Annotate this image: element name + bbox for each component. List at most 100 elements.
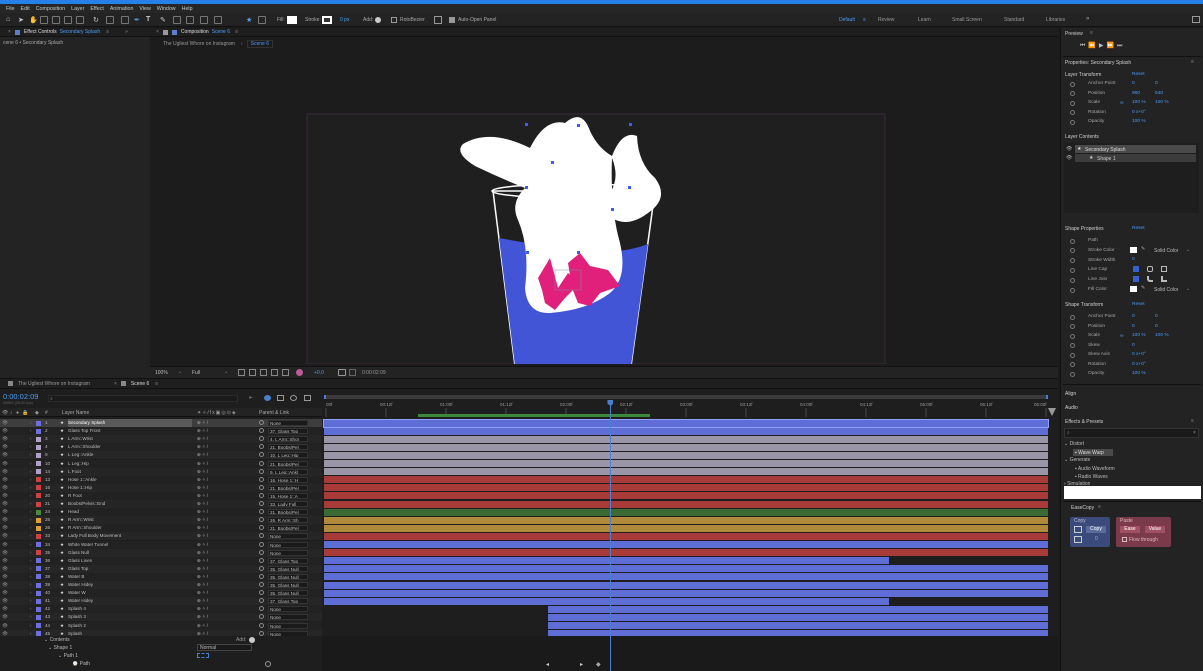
layer-row[interactable]: 👁 › 40 ★ Water W ⊕✧/ 35. Glass Null bbox=[0, 589, 322, 598]
prop-value-2[interactable]: 100 % bbox=[1155, 100, 1169, 105]
layer-switches-icons[interactable]: ⊕✧/ bbox=[197, 541, 209, 549]
eye-icon[interactable]: 👁 bbox=[2, 500, 8, 508]
workspace-overflow-icon[interactable]: » bbox=[1086, 16, 1089, 22]
prev-frame-icon[interactable]: ⏪ bbox=[1088, 43, 1098, 49]
expand-arrow-icon[interactable]: › bbox=[30, 581, 32, 589]
pick-whip-icon[interactable] bbox=[259, 606, 264, 612]
eye-icon[interactable]: 👁 bbox=[2, 435, 8, 443]
layer-name[interactable]: Lady Full Body Movement bbox=[68, 532, 192, 540]
eye-icon[interactable]: 👁 bbox=[2, 516, 8, 524]
expand-arrow-icon[interactable]: › bbox=[30, 541, 32, 549]
layer-row[interactable]: 👁 › 37 ★ Glass Top ⊕✧/ 35. Glass Null bbox=[0, 564, 322, 573]
expand-arrow-icon[interactable]: › bbox=[30, 484, 32, 492]
round-join-icon[interactable] bbox=[1147, 276, 1153, 282]
parent-select[interactable]: 16. Hose 1::H bbox=[268, 476, 308, 483]
label-color-chip[interactable] bbox=[36, 477, 41, 483]
workspace-review[interactable]: Review bbox=[878, 17, 894, 23]
properties-menu-icon[interactable]: ≡ bbox=[1191, 59, 1194, 65]
parent-select[interactable]: None bbox=[268, 549, 308, 556]
resolution-select[interactable]: Full bbox=[192, 370, 200, 376]
layer-switches-icons[interactable]: ⊕✧/ bbox=[197, 460, 209, 468]
layer-duration-bar[interactable] bbox=[324, 476, 1048, 484]
parent-select[interactable]: None bbox=[268, 420, 308, 426]
close-comp-tab-icon[interactable]: × bbox=[156, 29, 159, 35]
layer-duration-bar[interactable] bbox=[323, 418, 1049, 428]
prop-value-2[interactable]: 540 bbox=[1155, 91, 1163, 96]
pick-whip-icon[interactable] bbox=[259, 525, 264, 531]
stroke-swatch[interactable] bbox=[322, 16, 332, 24]
expand-arrow-icon[interactable]: › bbox=[30, 451, 32, 459]
easecopy-number[interactable]: 0 bbox=[1095, 536, 1098, 542]
expand-arrow-icon[interactable]: › bbox=[30, 573, 32, 581]
layer-row[interactable]: 👁 › 39 ★ Water Hidey ⊕✧/ 35. Glass Null bbox=[0, 581, 322, 589]
layer-name[interactable]: L Arm::Wrist bbox=[68, 435, 192, 443]
paste-icon[interactable] bbox=[1074, 536, 1082, 543]
parent-select[interactable]: 15. Hose 1::A bbox=[268, 492, 308, 499]
pick-whip-icon[interactable] bbox=[259, 533, 264, 539]
layer-duration-bar[interactable] bbox=[324, 500, 1048, 508]
prev-keyframe-icon[interactable]: ◂ bbox=[546, 661, 549, 668]
bevel-join-icon[interactable] bbox=[1161, 276, 1167, 282]
eye-icon[interactable]: 👁 bbox=[2, 605, 8, 613]
pick-whip-icon[interactable] bbox=[259, 630, 264, 636]
prop-value-1[interactable]: 0 x+0° bbox=[1132, 362, 1146, 367]
copy-icon[interactable] bbox=[1074, 526, 1082, 533]
layer-name[interactable]: L Leg::Ankle bbox=[68, 451, 192, 459]
composition-tab[interactable]: Composition bbox=[181, 29, 209, 35]
flow-through-checkbox[interactable] bbox=[1122, 537, 1127, 542]
shy-layers-icon[interactable] bbox=[277, 395, 284, 401]
prop-value-2[interactable]: 100 % bbox=[1155, 333, 1169, 338]
clear-search-icon[interactable]: × bbox=[1193, 430, 1196, 436]
pick-whip-icon[interactable] bbox=[259, 476, 264, 482]
label-color-chip[interactable] bbox=[36, 550, 41, 556]
blend-mode-select[interactable]: Normal bbox=[197, 644, 252, 651]
parent-select[interactable]: None bbox=[268, 606, 308, 613]
eye-icon[interactable]: 👁 bbox=[2, 613, 8, 621]
zoom-tool-icon[interactable] bbox=[40, 16, 48, 24]
stopwatch-icon[interactable] bbox=[1070, 238, 1075, 244]
layer-switches-icons[interactable]: ⊕✧/ bbox=[197, 476, 209, 484]
eye-icon[interactable]: 👁 bbox=[2, 573, 8, 581]
prop-value-1[interactable]: 100 % bbox=[1132, 100, 1146, 105]
layer-row[interactable]: 👁 › 42 ★ Splash 4 ⊕✧/ None bbox=[0, 605, 322, 614]
channel-icon[interactable] bbox=[282, 369, 289, 376]
prop-value-1[interactable]: 0 x+0° bbox=[1132, 110, 1146, 115]
layer-name[interactable]: Head bbox=[68, 508, 192, 516]
layer-switches-icons[interactable]: ⊕✧/ bbox=[197, 484, 209, 492]
expand-arrow-icon[interactable]: › bbox=[30, 549, 32, 557]
zoom-select[interactable]: 100% bbox=[155, 370, 168, 376]
layer-row[interactable]: 👁 › 36 ★ Glass Lines ⊕✧/ 37. Glass Top bbox=[0, 556, 322, 565]
expand-arrow-icon[interactable]: › bbox=[30, 565, 32, 573]
preview-menu-icon[interactable]: ≡ bbox=[1090, 30, 1093, 36]
layer-name[interactable]: Hose 1::Ankle bbox=[68, 476, 192, 484]
prop-value-1[interactable]: 960 bbox=[1132, 91, 1140, 96]
expand-arrow-icon[interactable]: › bbox=[30, 557, 32, 565]
layer-name[interactable]: L Foot bbox=[68, 468, 192, 476]
eye-icon[interactable]: 👁 bbox=[2, 427, 8, 435]
transparency-grid-icon[interactable] bbox=[249, 369, 256, 376]
star-icon[interactable]: ★ bbox=[246, 16, 254, 24]
pick-whip-icon[interactable] bbox=[259, 541, 264, 547]
label-color-chip[interactable] bbox=[36, 558, 41, 564]
layer-row[interactable]: 👁 › 43 ★ Splash 3 ⊕✧/ None bbox=[0, 613, 322, 622]
stopwatch-icon[interactable] bbox=[1070, 119, 1075, 125]
timeline-menu-icon[interactable]: ≡ bbox=[155, 381, 158, 387]
panel-toggle-icon[interactable] bbox=[434, 16, 442, 24]
parent-select[interactable]: 33. Lady Full bbox=[268, 501, 308, 507]
orbit-tool-icon[interactable] bbox=[52, 16, 60, 24]
layer-switches-icons[interactable]: ⊕✧/ bbox=[197, 573, 209, 581]
menu-item-composition[interactable]: Composition bbox=[36, 6, 65, 12]
layer-name[interactable]: Splash 3 bbox=[68, 613, 192, 621]
stroke-eyedropper-icon[interactable]: ✎ bbox=[1141, 246, 1145, 252]
shape1-row[interactable]: ⌄ Shape 1 bbox=[48, 645, 72, 651]
path-direction-icon[interactable] bbox=[197, 653, 209, 658]
effect-audio-waveform[interactable]: ▪ Audio Waveform bbox=[1075, 466, 1115, 472]
hand-tool-icon[interactable]: ✋ bbox=[29, 16, 38, 24]
clone-stamp-tool-icon[interactable] bbox=[173, 16, 181, 24]
layer-duration-bar[interactable] bbox=[324, 581, 1048, 589]
eye-icon[interactable]: 👁 bbox=[2, 565, 8, 573]
layer-name[interactable]: Secondary Splash bbox=[68, 419, 192, 427]
expand-arrow-icon[interactable]: › bbox=[30, 460, 32, 468]
layer-contents-shape-item[interactable]: ★ Shape 1 bbox=[1075, 154, 1196, 162]
easecopy-copy-button[interactable]: Copy bbox=[1086, 526, 1106, 533]
